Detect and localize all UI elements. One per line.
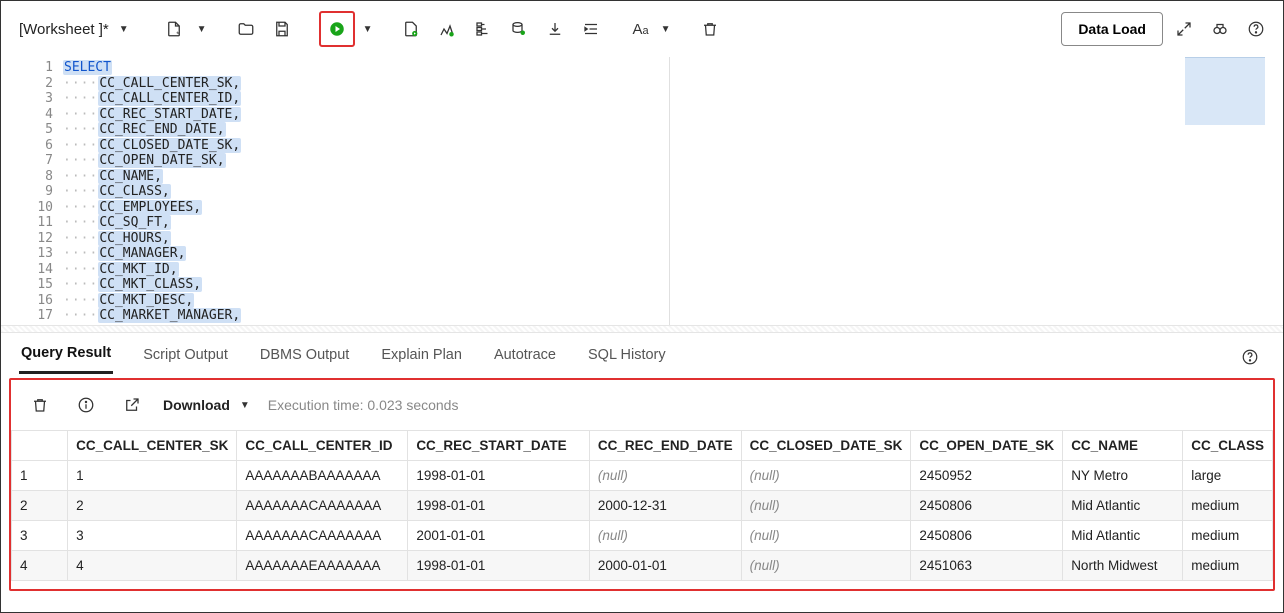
editor-split-divider[interactable] xyxy=(669,57,670,325)
tab-autotrace[interactable]: Autotrace xyxy=(492,341,558,373)
download-label: Download xyxy=(163,397,230,413)
line-gutter: 1234567891011121314151617 xyxy=(1,57,63,325)
main-toolbar: [Worksheet ]* ▼ * ▼ ▼ Aa ▼ xyxy=(1,1,1283,57)
new-file-icon[interactable]: * xyxy=(159,14,189,44)
data-load-button[interactable]: Data Load xyxy=(1061,12,1163,46)
tab-script-output[interactable]: Script Output xyxy=(141,341,230,373)
open-folder-icon[interactable] xyxy=(231,14,261,44)
result-tabs: Query Result Script Output DBMS Output Expl… xyxy=(1,333,1283,374)
code-content[interactable]: SELECT····CC_CALL_CENTER_SK,····CC_CALL_… xyxy=(63,57,1283,325)
caret-down-icon[interactable]: ▼ xyxy=(659,24,673,35)
run-button-highlight xyxy=(319,11,355,47)
caret-down-icon: ▼ xyxy=(117,24,131,35)
caret-down-icon: ▼ xyxy=(238,400,252,411)
results-panel: Download ▼ Execution time: 0.023 seconds… xyxy=(9,378,1275,591)
column-header[interactable]: CC_CALL_CENTER_ID xyxy=(237,431,408,461)
sql-editor[interactable]: 1234567891011121314151617 SELECT····CC_C… xyxy=(1,57,1283,325)
autotrace-icon[interactable] xyxy=(468,14,498,44)
table-row[interactable]: 22AAAAAAACAAAAAAA1998-01-012000-12-31(nu… xyxy=(12,491,1273,521)
download-dropdown[interactable]: Download ▼ xyxy=(163,397,252,413)
column-header[interactable]: CC_CALL_CENTER_SK xyxy=(68,431,237,461)
worksheet-name-dropdown[interactable]: [Worksheet ]* ▼ xyxy=(13,17,137,42)
expand-icon[interactable] xyxy=(1169,14,1199,44)
tab-sql-history[interactable]: SQL History xyxy=(586,341,668,373)
trash-icon[interactable] xyxy=(25,390,55,420)
font-case-icon[interactable]: Aa xyxy=(628,14,652,44)
open-external-icon[interactable] xyxy=(117,390,147,420)
minimap[interactable] xyxy=(1185,57,1265,125)
run-button[interactable] xyxy=(322,14,352,44)
run-script-icon[interactable] xyxy=(396,14,426,44)
tab-dbms-output[interactable]: DBMS Output xyxy=(258,341,351,373)
column-header[interactable]: CC_REC_START_DATE xyxy=(408,431,590,461)
column-header[interactable]: CC_REC_END_DATE xyxy=(589,431,741,461)
table-row[interactable]: 11AAAAAAABAAAAAAA1998-01-01(null)(null)2… xyxy=(12,461,1273,491)
trash-icon[interactable] xyxy=(695,14,725,44)
caret-down-icon[interactable]: ▼ xyxy=(195,24,209,35)
execution-time: Execution time: 0.023 seconds xyxy=(268,397,459,413)
resize-handle[interactable] xyxy=(1,325,1283,333)
tab-explain-plan[interactable]: Explain Plan xyxy=(379,341,464,373)
table-row[interactable]: 33AAAAAAACAAAAAAA2001-01-01(null)(null)2… xyxy=(12,521,1273,551)
tab-query-result[interactable]: Query Result xyxy=(19,339,113,374)
help-icon[interactable] xyxy=(1241,14,1271,44)
caret-down-icon[interactable]: ▼ xyxy=(361,24,375,35)
table-row[interactable]: 44AAAAAAAEAAAAAAA1998-01-012000-01-01(nu… xyxy=(12,551,1273,581)
search-binoculars-icon[interactable] xyxy=(1205,14,1235,44)
svg-text:*: * xyxy=(176,30,179,39)
column-header[interactable]: CC_CLASS xyxy=(1183,431,1273,461)
explain-plan-icon[interactable] xyxy=(432,14,462,44)
column-header[interactable]: CC_OPEN_DATE_SK xyxy=(911,431,1063,461)
dbms-output-icon[interactable] xyxy=(504,14,534,44)
column-header[interactable]: CC_CLOSED_DATE_SK xyxy=(741,431,911,461)
indent-icon[interactable] xyxy=(576,14,606,44)
results-toolbar: Download ▼ Execution time: 0.023 seconds xyxy=(11,380,1273,430)
download-icon[interactable] xyxy=(540,14,570,44)
info-icon[interactable] xyxy=(71,390,101,420)
results-table: CC_CALL_CENTER_SKCC_CALL_CENTER_IDCC_REC… xyxy=(11,430,1273,581)
save-icon[interactable] xyxy=(267,14,297,44)
help-icon[interactable] xyxy=(1235,342,1265,372)
worksheet-name-label: [Worksheet ]* xyxy=(19,21,109,38)
column-header[interactable]: CC_NAME xyxy=(1063,431,1183,461)
